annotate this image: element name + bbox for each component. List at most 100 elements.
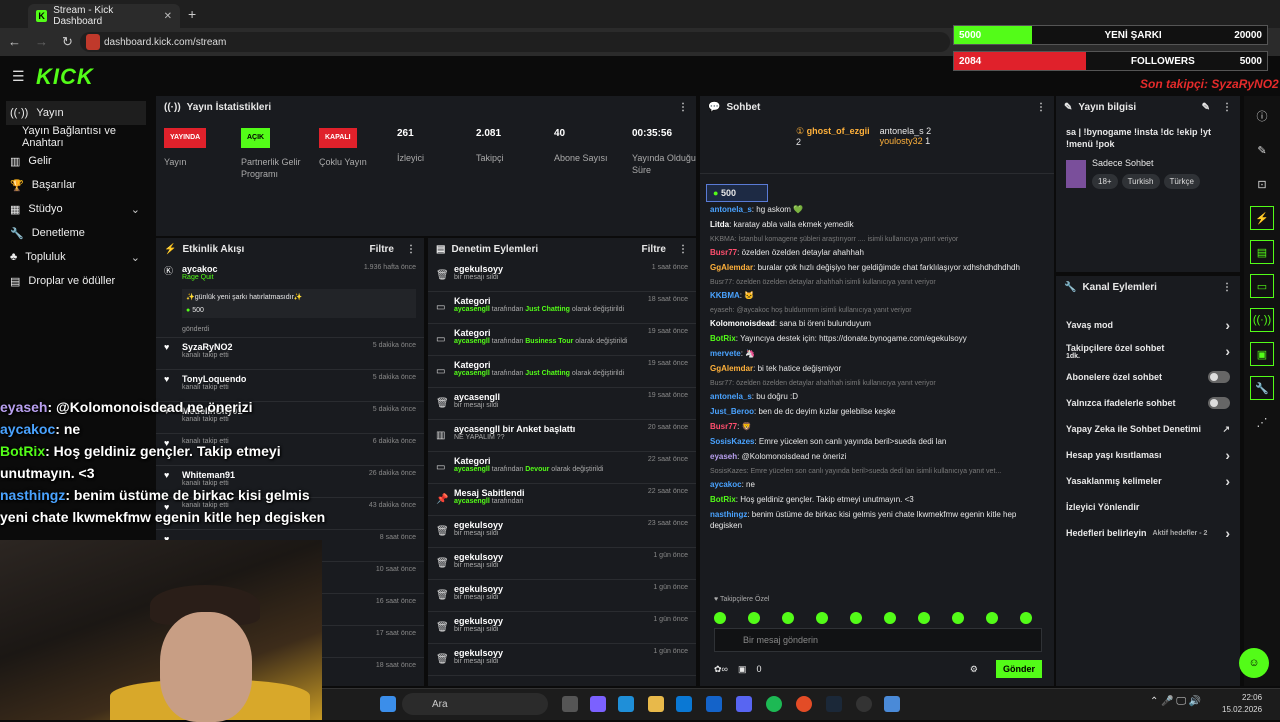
sidebar-item-achievements[interactable]: 🏆 Başarılar	[0, 173, 152, 197]
points-icon[interactable]: ✿∞	[714, 664, 728, 675]
windows-start-icon[interactable]	[380, 696, 396, 712]
sidebar-item-community[interactable]: ♣ Topluluk ⌄	[0, 245, 152, 269]
action-item[interactable]: Hesap yaşı kısıtlaması ›	[1056, 442, 1240, 468]
sidebar-item-studio[interactable]: ▦ Stüdyo ⌄	[0, 197, 152, 221]
gear-icon[interactable]: ⚙	[970, 664, 978, 675]
sidebar-item-moderation[interactable]: 🔧 Denetleme	[0, 221, 152, 245]
chat-username[interactable]: Just_Beroo	[710, 407, 754, 416]
chat-username[interactable]: BotRix	[710, 334, 736, 343]
action-item[interactable]: Yapay Zeka ile Sohbet Denetimi ↗	[1056, 416, 1240, 442]
send-button[interactable]: Gönder	[995, 660, 1042, 678]
emote-icon[interactable]	[782, 612, 794, 624]
menu-icon[interactable]: ☰	[12, 68, 25, 85]
share-icon[interactable]: ⋰	[1250, 410, 1274, 434]
chat-username[interactable]: Busr77	[710, 248, 737, 257]
chat-username[interactable]: eyaseh	[710, 452, 737, 461]
top-gifter-name[interactable]: antonela_s	[880, 126, 924, 136]
sidebar-item-stream[interactable]: ((·)) Yayın	[6, 101, 146, 125]
toggle-switch[interactable]	[1208, 371, 1230, 383]
action-item[interactable]: İzleyici Yönlendir	[1056, 494, 1240, 520]
steam-icon[interactable]	[826, 696, 842, 712]
tray-icons[interactable]: ⌃ 🎤 🖵 🔊	[1150, 696, 1201, 707]
emote-icon[interactable]	[1020, 612, 1032, 624]
store-icon[interactable]	[676, 696, 692, 712]
action-item[interactable]: Takipçilere özel sohbet 1dk. ›	[1056, 338, 1240, 364]
info-icon[interactable]: ⓘ	[1250, 104, 1274, 128]
stream-icon[interactable]: ((·))	[1250, 308, 1274, 332]
app-icon[interactable]	[884, 696, 900, 712]
chat-username[interactable]: SosisKazes	[710, 437, 754, 446]
action-item[interactable]: Hedefleri belirleyin Aktif hedefler - 2 ›	[1056, 520, 1240, 546]
emote-icon[interactable]	[816, 612, 828, 624]
chat-username[interactable]: mervete	[710, 349, 741, 358]
filter-button[interactable]: Filtre	[642, 244, 666, 255]
new-tab-icon[interactable]: +	[188, 6, 196, 22]
taskbar-search[interactable]: Ara	[402, 693, 548, 715]
toggle-switch[interactable]	[1208, 397, 1230, 409]
chat-username[interactable]: Busr77	[710, 422, 737, 431]
action-item[interactable]: Yalnızca ifadelerle sohbet	[1056, 390, 1240, 416]
chat-icon[interactable]: ▭	[1250, 274, 1274, 298]
edge-icon[interactable]	[618, 696, 634, 712]
browser-tab[interactable]: K Stream - Kick Dashboard ✕	[28, 4, 180, 28]
info-card-icon[interactable]: ▣	[1250, 342, 1274, 366]
chat-username[interactable]: antonela_s	[710, 205, 752, 214]
discord-icon[interactable]	[736, 696, 752, 712]
reload-icon[interactable]: ↻	[62, 34, 73, 50]
more-icon[interactable]: ⋮	[678, 102, 688, 113]
wrench-icon[interactable]: 🔧	[1250, 376, 1274, 400]
list-icon[interactable]: ▤	[1250, 240, 1274, 264]
chat-username[interactable]: KKBMA	[710, 291, 740, 300]
chat-username[interactable]: nasthingz	[710, 510, 747, 519]
taskbar-clock[interactable]: 22:06 15.02.2026	[1222, 692, 1262, 716]
emote-icon[interactable]	[884, 612, 896, 624]
obs-icon[interactable]	[856, 696, 872, 712]
emote-icon[interactable]	[918, 612, 930, 624]
filter-button[interactable]: Filtre	[370, 244, 394, 255]
chat-username[interactable]: BotRix	[710, 495, 736, 504]
chat-input[interactable]: Bir mesaj gönderin	[714, 628, 1042, 652]
bolt-icon[interactable]: ⚡	[1250, 206, 1274, 230]
chat-username[interactable]: Kolomonoisdead	[710, 319, 775, 328]
back-icon[interactable]: ←	[8, 34, 21, 50]
chrome-icon[interactable]	[796, 696, 812, 712]
top-gifter-name[interactable]: ghost_of_ezgii	[807, 126, 870, 136]
more-icon[interactable]: ⋮	[1222, 102, 1232, 113]
taskview-icon[interactable]	[562, 696, 578, 712]
spotify-icon[interactable]	[766, 696, 782, 712]
address-bar[interactable]: dashboard.kick.com/stream	[80, 32, 950, 52]
forward-icon[interactable]: →	[35, 34, 48, 50]
action-item[interactable]: Yavaş mod ›	[1056, 312, 1240, 338]
top-gifter-name[interactable]: youlosty32	[880, 136, 923, 146]
chat-username[interactable]: GgAlemdar	[710, 263, 753, 272]
chat-username[interactable]: GgAlemdar	[710, 364, 753, 373]
copilot-icon[interactable]	[590, 696, 606, 712]
action-item[interactable]: Abonelere özel sohbet	[1056, 364, 1240, 390]
more-icon[interactable]: ⋮	[678, 244, 688, 255]
more-icon[interactable]: ⋮	[1222, 282, 1232, 293]
emote-icon[interactable]	[850, 612, 862, 624]
action-item[interactable]: Yasaklanmış kelimeler ›	[1056, 468, 1240, 494]
target-icon[interactable]: ⊡	[1250, 172, 1274, 196]
kick-logo[interactable]: KICK	[36, 64, 94, 90]
folder-icon[interactable]	[648, 696, 664, 712]
close-tab-icon[interactable]: ✕	[164, 11, 172, 22]
emote-icon[interactable]	[714, 612, 726, 624]
more-icon[interactable]: ⋮	[406, 244, 416, 255]
emote-icon[interactable]	[952, 612, 964, 624]
edit-icon[interactable]: ✎	[1250, 138, 1274, 162]
chat-username[interactable]: Litda	[710, 220, 729, 229]
sidebar-item-drops[interactable]: ▤ Droplar ve ödüller	[0, 269, 152, 293]
emote-icon[interactable]	[748, 612, 760, 624]
emote-icon[interactable]	[986, 612, 998, 624]
mail-icon[interactable]	[706, 696, 722, 712]
site-info-icon[interactable]	[86, 34, 100, 50]
chat-username[interactable]: antonela_s	[710, 392, 752, 401]
sidebar-item-stream-key[interactable]: Yayın Bağlantısı ve Anahtarı	[0, 125, 152, 149]
more-icon[interactable]: ⋮	[1036, 102, 1046, 113]
edit-icon[interactable]: ✎	[1202, 102, 1210, 113]
chat-username[interactable]: aycakoc	[710, 480, 742, 489]
help-button[interactable]: ☺	[1239, 648, 1269, 678]
sidebar-item-revenue[interactable]: ▥ Gelir	[0, 149, 152, 173]
vault-icon[interactable]: ▣	[738, 664, 747, 675]
